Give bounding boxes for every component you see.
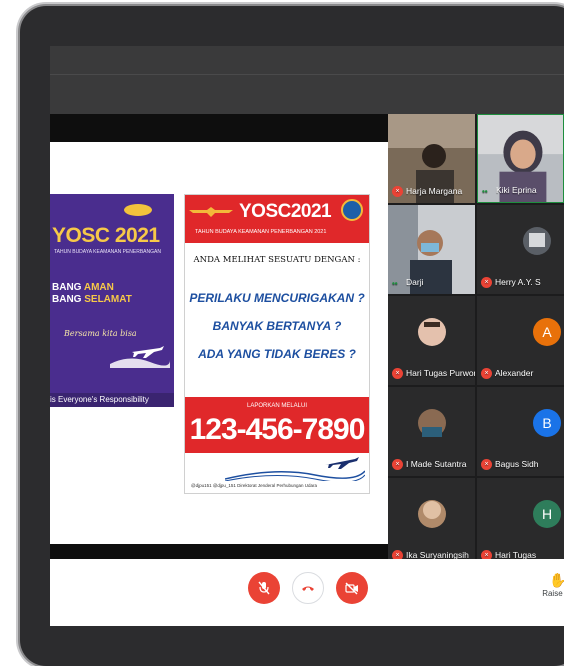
- mic-muted-icon: ×: [392, 459, 403, 471]
- poster-right: YOSC2021 TAHUN BUDAYA KEAMANAN PENERBANG…: [184, 194, 370, 494]
- call-controls-bar: ✋ Raise ha: [50, 559, 564, 626]
- participant-name: × Alexander: [481, 366, 533, 380]
- leave-call-button[interactable]: [292, 572, 324, 604]
- hand-icon: ✋: [549, 572, 564, 588]
- line2-word-b: SELAMAT: [84, 294, 132, 305]
- participant-tile[interactable]: •• Darji: [388, 205, 475, 294]
- mic-off-icon: [258, 581, 270, 595]
- meeting-screen: YOSC 2021 TAHUN BUDAYA KEAMANAN PENERBAN…: [50, 46, 564, 626]
- participant-name: ×Hari Tugas Purwono: [392, 366, 475, 380]
- participant-name: × Herry A.Y. S: [481, 275, 541, 289]
- avatar: H: [533, 500, 561, 528]
- participant-name: × Bagus Sidh: [481, 457, 538, 471]
- poster-left-title: YOSC 2021: [52, 224, 160, 247]
- poster-left-line1: BANG AMAN: [52, 282, 114, 293]
- line1-word-a: BANG: [52, 282, 82, 293]
- airplane-icon: [225, 457, 365, 481]
- participant-tile[interactable]: × I Made Sutantra: [388, 387, 475, 476]
- participant-tile[interactable]: A × Alexander: [477, 296, 564, 385]
- participant-tile[interactable]: ×Hari Tugas Purwono: [388, 296, 475, 385]
- mic-muted-icon: ×: [481, 277, 492, 289]
- globe-icon: [341, 199, 363, 221]
- poster-left-subtitle: TAHUN BUDAYA KEAMANAN PENERBANGAN: [54, 249, 161, 255]
- line1-word-b: AMAN: [83, 282, 114, 293]
- participant-tile[interactable]: H × Hari Tugas: [477, 478, 564, 567]
- avatar: B: [533, 409, 561, 437]
- speaking-indicator-icon: ••: [392, 279, 398, 289]
- participant-tile[interactable]: × Herry A.Y. S: [477, 205, 564, 294]
- poster-left: YOSC 2021 TAHUN BUDAYA KEAMANAN PENERBAN…: [50, 194, 174, 407]
- mic-muted-icon: ×: [392, 368, 403, 380]
- wings-emblem-icon: [189, 207, 233, 217]
- participant-tile[interactable]: × Harja Margana: [388, 114, 475, 203]
- line2-word-a: BANG: [52, 294, 82, 305]
- emblem-icon: [124, 204, 152, 216]
- participant-grid: ×Harja Margana ••Kiki Eprina ••Darji: [388, 114, 564, 567]
- poster-right-footer: @djpu151 @djpu_151 Direktorat Jenderal P…: [191, 483, 317, 488]
- mic-muted-icon: ×: [481, 368, 492, 380]
- shared-screen: YOSC 2021 TAHUN BUDAYA KEAMANAN PENERBAN…: [50, 114, 388, 559]
- participant-name: × I Made Sutantra: [392, 457, 466, 471]
- poster-right-header: YOSC2021 TAHUN BUDAYA KEAMANAN PENERBANG…: [185, 195, 369, 243]
- avatar: A: [533, 318, 561, 346]
- hang-up-icon: [302, 586, 314, 591]
- poster-left-script: Bersama kita bisa: [64, 329, 137, 338]
- poster-right-title: YOSC2021: [239, 201, 332, 222]
- poster-right-item: BANYAK BERTANYA ?: [212, 319, 342, 333]
- poster-left-line2: BANG SELAMAT: [52, 294, 132, 305]
- airplane-icon: [110, 346, 170, 368]
- participant-tile[interactable]: × Ika Suryaningsih: [388, 478, 475, 567]
- participant-name: •• Kiki Eprina: [482, 185, 537, 197]
- top-bar: [50, 46, 564, 114]
- poster-right-item: PERILAKU MENCURIGAKAN ?: [189, 291, 365, 305]
- microphone-toggle-button[interactable]: [248, 572, 280, 604]
- presentation-slide: YOSC 2021 TAHUN BUDAYA KEAMANAN PENERBAN…: [50, 142, 388, 544]
- poster-left-footer: is Everyone's Responsibility: [50, 393, 174, 407]
- raise-hand-label: Raise ha: [542, 589, 564, 598]
- raise-hand-button[interactable]: ✋ Raise ha: [528, 573, 564, 598]
- mic-muted-icon: ×: [392, 186, 403, 198]
- mic-muted-icon: ×: [481, 459, 492, 471]
- poster-right-item: ADA YANG TIDAK BERES ?: [198, 347, 356, 361]
- participant-tile[interactable]: B × Bagus Sidh: [477, 387, 564, 476]
- camera-off-icon: [345, 582, 358, 595]
- poster-right-question: ANDA MELIHAT SESUATU DENGAN :: [193, 255, 361, 265]
- report-label: LAPORKAN MELALUI: [246, 403, 308, 409]
- camera-toggle-button[interactable]: [336, 572, 368, 604]
- phone-number: 123-456-7890: [189, 413, 366, 446]
- top-bar-divider: [50, 74, 564, 75]
- participant-tile-active[interactable]: •• Kiki Eprina: [477, 114, 564, 203]
- participant-name: •• Darji: [392, 277, 424, 289]
- poster-right-subtitle: TAHUN BUDAYA KEAMANAN PENERBANGAN 2021: [195, 229, 327, 235]
- participant-name: × Harja Margana: [392, 184, 462, 198]
- speaking-indicator-icon: ••: [482, 187, 488, 197]
